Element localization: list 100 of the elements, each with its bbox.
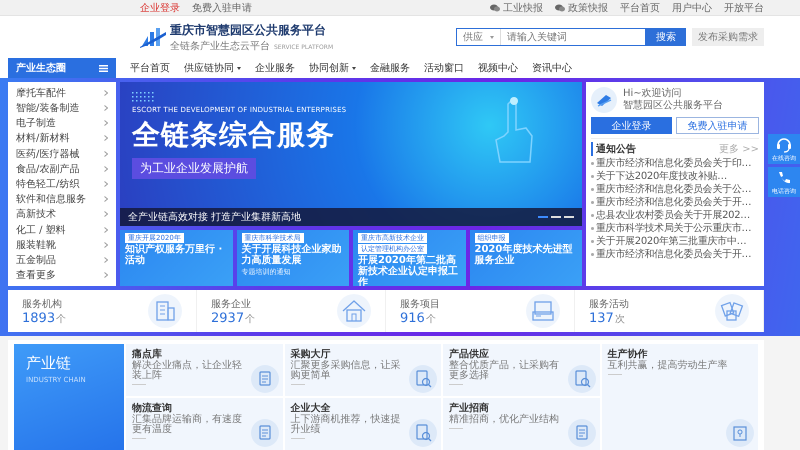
stat-label: 服务机构 <box>22 298 63 310</box>
card-title: 知识产权服务万里行 · 活动 <box>125 244 224 266</box>
chat-icon <box>490 4 500 12</box>
service-tile[interactable]: 产业招商 精准招商，优化产业结构 <box>443 398 600 450</box>
pin-icon <box>726 419 754 447</box>
notice-link[interactable]: 重庆市科学技术局关于公示重庆市… <box>591 222 759 235</box>
stat-value: 2937 <box>211 310 244 326</box>
stat-unit: 次 <box>614 314 625 324</box>
category-item[interactable]: 高新技术 <box>8 206 116 222</box>
top-link[interactable]: 用户中心 <box>672 0 712 14</box>
chat-icon <box>555 4 565 12</box>
nav-link[interactable]: 金融服务 <box>370 61 410 75</box>
top-link[interactable]: 平台首页 <box>620 0 660 14</box>
tile-description: 精准招商，优化产业结构 <box>449 415 560 425</box>
nav-link[interactable]: 视频中心 <box>478 61 518 75</box>
scope-dropdown[interactable]: 供应 <box>457 29 501 45</box>
bullet-icon <box>591 253 594 256</box>
service-tile[interactable]: 生产协作 互利共赢，提高劳动生产率 <box>602 344 758 450</box>
tile-description: 整合优质产品，让采购有更多选择 <box>449 361 560 381</box>
chevron-icon <box>104 90 108 96</box>
monitor-icon <box>526 294 560 328</box>
top-link[interactable]: 工业快报 <box>490 0 543 14</box>
top-link[interactable]: 企业登录 <box>140 0 180 14</box>
chevron-icon <box>104 104 108 111</box>
menu-icon <box>99 64 108 72</box>
notice-link[interactable]: 重庆市经济和信息化委员会关于开… <box>591 248 759 261</box>
notice-link[interactable]: 重庆市经济和信息化委员会关于开… <box>591 196 759 209</box>
category-menu-button[interactable]: 产业生态圈 <box>8 58 116 78</box>
top-link[interactable]: 政策快报 <box>555 0 608 14</box>
chain-title: 产业链 <box>26 354 72 373</box>
tile-title: 产业招商 <box>449 401 490 414</box>
banner-caption: 全产业链高效对接 打造产业集群新高地 <box>128 210 302 224</box>
category-item[interactable]: 材料/新材料 <box>8 130 116 146</box>
document-icon <box>568 419 596 447</box>
top-link[interactable]: 开放平台 <box>724 0 764 14</box>
stat-value: 1893 <box>22 310 56 326</box>
cards-icon <box>715 294 749 328</box>
nav-link[interactable]: 资讯中心 <box>532 61 572 75</box>
tile-title: 生产协作 <box>608 348 648 360</box>
nav-link[interactable]: 活动窗口 <box>424 61 464 75</box>
chevron-icon <box>104 135 108 142</box>
service-tile[interactable]: 企业大全 上下游商机推荐，快速提升业绩 <box>284 398 441 450</box>
notice-link[interactable]: 关于下达2020年度技改补贴… <box>591 170 759 183</box>
banner-headline: 全链条综合服务 <box>132 117 335 153</box>
chevron-icon <box>104 226 108 233</box>
bullet-icon <box>591 188 594 191</box>
service-tile[interactable]: 产品供应 整合优质产品，让采购有更多选择 <box>443 344 600 396</box>
notice-link[interactable]: 关于开展2020年第三批重庆市中… <box>591 235 759 248</box>
chevron-icon <box>104 242 108 248</box>
site-subtitle: 全链条产业生态云平台 <box>170 40 270 52</box>
category-item[interactable]: 食品/农副产品 <box>8 161 116 176</box>
nav-link[interactable]: 协同创新 <box>309 61 356 75</box>
tile-description: 解决企业痛点，让企业轻装上阵 <box>132 361 243 381</box>
dot-grid-icon <box>132 92 154 102</box>
tile-description: 上下游商机推荐，快速提升业绩 <box>290 415 402 435</box>
site-title: 重庆市智慧园区公共服务平台 <box>170 22 327 38</box>
tile-description: 汇聚更多采购信息，让采购更简单 <box>290 361 402 381</box>
welcome-greeting: Hi~欢迎访问 <box>623 88 683 100</box>
login-button[interactable]: 企业登录 <box>591 117 672 134</box>
logo-icon <box>140 26 166 48</box>
chevron-icon <box>104 272 108 278</box>
tile-title: 物流查询 <box>132 401 172 414</box>
document-icon <box>250 419 278 447</box>
category-item[interactable]: 摩托车配件 <box>8 85 116 100</box>
publish-button[interactable]: 发布采购需求 <box>692 28 764 46</box>
notice-link[interactable]: 重庆市经济和信息化委员会关于印… <box>591 157 759 170</box>
tile-title: 产品供应 <box>449 347 489 360</box>
category-item[interactable]: 查看更多 <box>8 268 116 284</box>
category-item[interactable]: 医药/医疗器械 <box>8 146 116 162</box>
chevron-icon <box>104 181 108 188</box>
category-item[interactable]: 五金制品 <box>8 252 116 268</box>
nav-link[interactable]: 供应链协同 <box>184 61 241 75</box>
category-item[interactable]: 服装鞋靴 <box>8 237 116 253</box>
bullet-icon <box>591 175 594 178</box>
search-button[interactable]: 搜索 <box>646 28 686 46</box>
stat-unit: 个 <box>426 314 436 324</box>
nav-link[interactable]: 平台首页 <box>130 61 170 75</box>
headset-icon <box>775 136 793 154</box>
stat-unit: 个 <box>245 314 256 324</box>
apply-button[interactable]: 免费入驻申请 <box>676 117 759 134</box>
chevron-icon <box>104 166 108 172</box>
service-tile[interactable]: 物流查询 汇集品牌运输商，有速度更有温度 <box>126 398 282 450</box>
nav-link[interactable]: 企业服务 <box>255 61 295 75</box>
category-item[interactable]: 智能/装备制造 <box>8 100 116 116</box>
notice-link[interactable]: 忠县农业农村委员会关于开展202… <box>591 209 759 222</box>
category-item[interactable]: 特色轻工/纺织 <box>8 176 116 192</box>
card-title: 关于开展科技企业家助力高质量发展 <box>242 244 342 266</box>
chevron-icon <box>104 257 108 264</box>
service-tile[interactable]: 采购大厅 汇聚更多采购信息，让采购更简单 <box>284 344 441 396</box>
category-item[interactable]: 软件和信息服务 <box>8 192 116 207</box>
bullet-icon <box>591 240 594 243</box>
notice-link[interactable]: 重庆市经济和信息化委员会关于公… <box>591 183 759 196</box>
category-item[interactable]: 化工 / 塑料 <box>8 222 116 238</box>
notices-title: 通知公告 <box>591 142 636 156</box>
service-tile[interactable]: 痛点库 解决企业痛点，让企业轻装上阵 <box>126 344 282 396</box>
category-item[interactable]: 电子制造 <box>8 115 116 131</box>
tile-description: 汇集品牌运输商，有速度更有温度 <box>132 415 243 435</box>
bullet-icon <box>591 201 594 204</box>
stat-value: 916 <box>400 310 425 326</box>
top-link[interactable]: 免费入驻申请 <box>192 0 252 14</box>
